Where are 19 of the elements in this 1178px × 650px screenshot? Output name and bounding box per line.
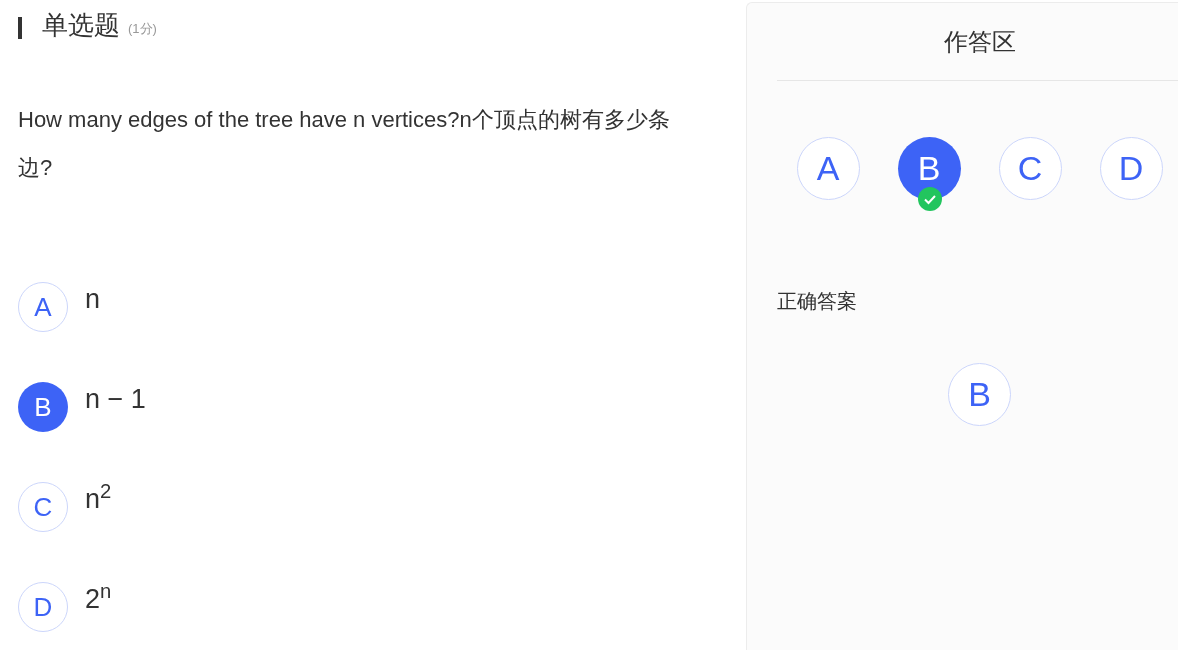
option-letter[interactable]: A [18,282,68,332]
option-letter[interactable]: D [18,582,68,632]
option-text: 2$^{n}$ [85,584,112,614]
option-letter[interactable]: B [18,382,68,432]
option-text: n$^{2}$ [85,484,112,514]
check-icon [917,187,942,211]
answer-choice[interactable]: D [1099,137,1163,200]
option-text: n − 1 [85,384,146,414]
question-text: How many edges of the tree have n vertices?n个顶点的树有多少条边? [18,106,671,182]
panel-title: 作答区 [777,3,1178,81]
question-score: (1分) [128,19,157,38]
answer-choice[interactable]: A [796,137,860,200]
answer-choice[interactable]: B [897,137,961,200]
option-letter[interactable]: C [18,482,68,532]
correct-answer: B [948,363,1011,426]
option-text: n [85,284,101,314]
question-type: 单选题 [42,9,120,42]
answer-choice[interactable]: C [998,137,1062,200]
correct-answer-label: 正确答案 [777,289,858,314]
